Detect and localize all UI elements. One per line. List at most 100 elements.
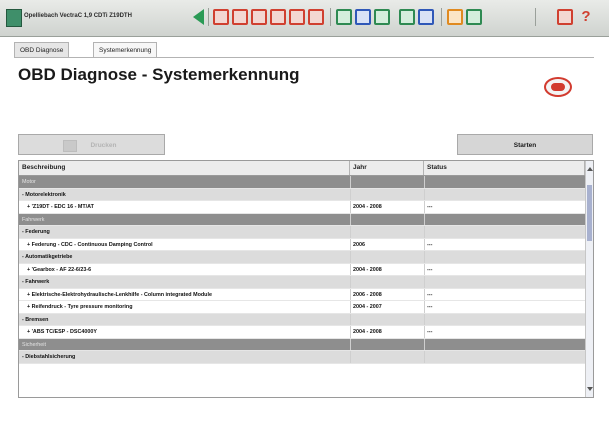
tab-obd-diagnose[interactable]: OBD Diagnose [14,42,70,58]
table-row[interactable]: + 'Gearbox - AF 22-6/23-6 2004 - 2008 --- [19,263,585,276]
cell-year [350,188,424,200]
database-icon[interactable] [355,9,371,25]
table-header: Beschreibung Jahr Status [19,161,585,176]
cell-status: --- [424,288,585,300]
app-icon [6,9,22,27]
cell-year [350,213,424,225]
brand-logo [544,77,572,97]
category-row[interactable]: Fahrwerk [19,213,585,226]
back-icon[interactable] [193,9,204,25]
scroll-up-icon[interactable] [587,167,593,171]
cell-description: Motor [22,179,36,185]
cell-status [424,226,585,238]
table-body: Motor - Motorelektronik + 'Z19DT - EDC 16 … [19,176,585,364]
group-row[interactable]: - Automatikgetriebe [19,251,585,264]
globe-icon[interactable] [418,9,434,25]
page-title: OBD Diagnose - Systemerkennung [18,65,300,84]
cell-description: + Reifendruck - Tyre pressure monitoring [27,304,133,310]
cell-description: - Diebstahlsicherung [22,354,76,360]
cell-description: Fahrwerk [22,216,45,223]
cell-status [424,338,585,350]
header-description[interactable]: Beschreibung [19,161,350,175]
car-lift-icon[interactable] [251,9,267,25]
scroll-down-icon[interactable] [587,387,593,391]
cell-description: + Federung - CDC - Continuous Damping Co… [27,241,153,248]
connection-icon[interactable] [374,9,390,25]
cell-year: 2006 [350,238,424,250]
cell-year: 2004 - 2007 [350,301,424,313]
cell-year: 2004 - 2008 [350,201,424,213]
cell-description: + 'Gearbox - AF 22-6/23-6 [27,266,92,273]
printer-icon [63,140,77,152]
cell-description: + 'ABS TC/ESP - DSC4000Y [27,329,97,335]
cell-status [424,351,585,363]
print-button-label: Drucken [90,142,117,149]
table-row[interactable]: + Elektrische-Elektrohydraulische-Lenkhi… [19,288,585,301]
group-row[interactable]: - Federung [19,226,585,239]
cell-status: --- [424,301,585,313]
table-row[interactable]: + 'Z19DT - EDC 16 - MT/AT 2004 - 2008 --- [19,201,585,214]
tab-systemerkennung[interactable]: Systemerkennung [93,42,158,58]
cell-year [350,276,424,288]
cell-status [424,176,585,188]
cell-status [424,213,585,225]
cell-description: - Bremsen [22,316,49,323]
toolbar-separator [208,8,209,26]
toolbar-separator [330,8,331,26]
cell-description: - Automatikgetriebe [22,254,73,260]
category-row[interactable]: Motor [19,176,585,189]
cell-year [350,351,424,363]
info-icon[interactable] [447,9,463,25]
graph-icon[interactable] [289,9,305,25]
cell-year: 2004 - 2008 [350,326,424,338]
header-status[interactable]: Status [424,161,585,175]
cell-status [424,276,585,288]
scroll-thumb[interactable] [587,185,592,241]
tab-divider [14,57,594,58]
cell-status [424,313,585,325]
cell-year [350,313,424,325]
cell-year [350,176,424,188]
cell-status: --- [424,263,585,275]
cell-status [424,251,585,263]
vertical-scrollbar[interactable] [585,161,593,397]
toolbar-separator [441,8,442,26]
cell-status: --- [424,326,585,338]
cell-description: - Federung [22,229,50,235]
module-icon[interactable] [399,9,415,25]
help-icon[interactable]: ? [578,9,594,25]
wrench-icon[interactable] [308,9,324,25]
cell-year [350,338,424,350]
cell-description: Sicherheit [22,341,46,348]
toolbar-separator [535,8,536,26]
exit-icon[interactable] [557,9,573,25]
top-toolbar: Opelliebach VectraC 1,9 CDTi Z19DTH ? [0,0,609,37]
table-row[interactable]: + Federung - CDC - Continuous Damping Co… [19,238,585,251]
cell-year [350,251,424,263]
cell-description: - Motorelektronik [22,191,66,198]
print-icon[interactable] [336,9,352,25]
save-icon[interactable] [466,9,482,25]
cell-status: --- [424,238,585,250]
cell-year: 2006 - 2008 [350,288,424,300]
cell-status [424,188,585,200]
cell-description: - Fahrwerk [22,279,50,285]
cell-description: + 'Z19DT - EDC 16 - MT/AT [27,204,94,210]
tools-icon[interactable] [232,9,248,25]
print-button[interactable]: Drucken [18,134,165,155]
start-button[interactable]: Starten [457,134,593,155]
table-row[interactable]: + Reifendruck - Tyre pressure monitoring… [19,301,585,314]
system-table: Beschreibung Jahr Status Motor - Motorele… [18,160,594,398]
cell-status: --- [424,201,585,213]
cell-description: + Elektrische-Elektrohydraulische-Lenkhi… [27,291,212,298]
header-year[interactable]: Jahr [350,161,424,175]
vehicle-title: Opelliebach VectraC 1,9 CDTi Z19DTH [24,13,132,19]
clock-icon[interactable] [270,9,286,25]
group-row[interactable]: - Bremsen [19,313,585,326]
group-row[interactable]: - Motorelektronik [19,188,585,201]
table-row[interactable]: + 'ABS TC/ESP - DSC4000Y 2004 - 2008 --- [19,326,585,339]
group-row[interactable]: - Diebstahlsicherung [19,351,585,364]
group-row[interactable]: - Fahrwerk [19,276,585,289]
report-icon[interactable] [213,9,229,25]
category-row[interactable]: Sicherheit [19,338,585,351]
